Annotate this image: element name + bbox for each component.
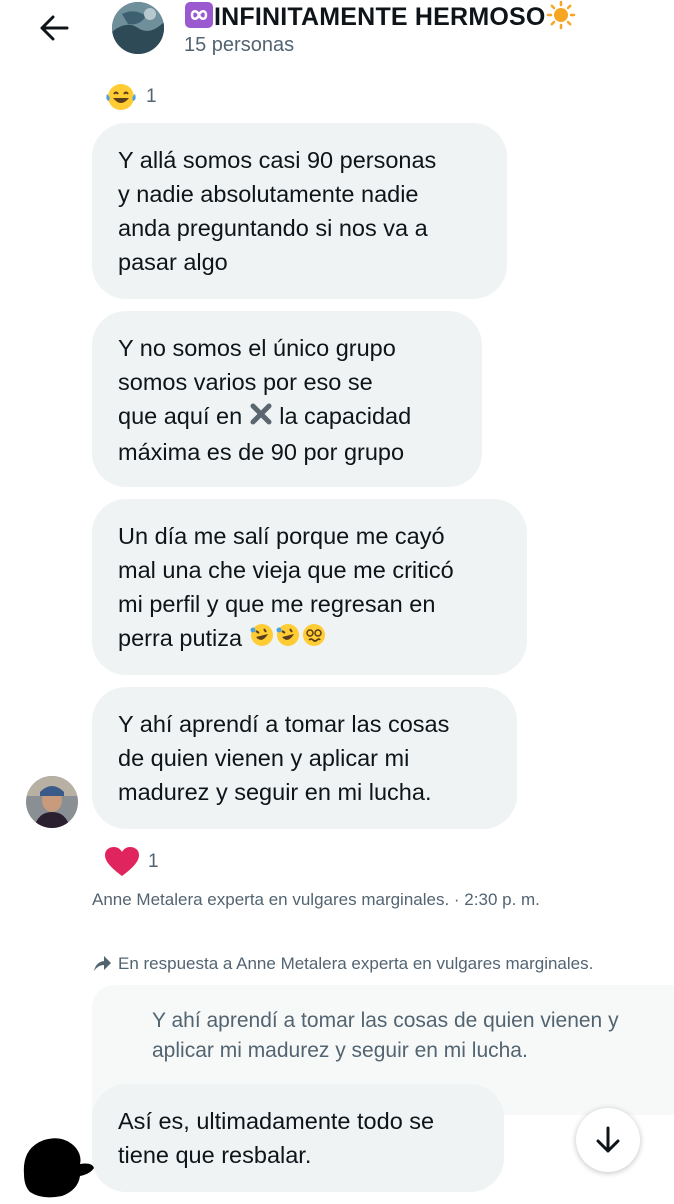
message-text: que aquí en: [118, 403, 243, 429]
message-line: madurez y seguir en mi lucha.: [118, 779, 432, 805]
message-line-with-emoji: que aquí en la capacidad: [118, 399, 456, 435]
message-line: tiene que resbalar.: [118, 1142, 312, 1168]
message-line: Y ahí aprendí a tomar las cosas: [118, 711, 450, 737]
message-line: mi perfil y que me regresan en: [118, 591, 436, 617]
reply-context: En respuesta a Anne Metalera experta en …: [92, 954, 593, 974]
cross-mark-icon: [249, 401, 273, 435]
message-line: anda preguntando si nos va a: [118, 215, 428, 241]
reaction-heart[interactable]: 1: [104, 846, 159, 878]
message-line: somos varios por eso se: [118, 369, 373, 395]
message-line: Un día me salí porque me cayó: [118, 523, 445, 549]
sender-meta: Anne Metalera experta en vulgares margin…: [92, 890, 540, 909]
back-button[interactable]: [30, 10, 78, 46]
message-bubble[interactable]: Un día me salí porque me cayó mal una ch…: [92, 499, 527, 675]
redacted-avatar-shape: [23, 1138, 94, 1198]
quoted-message: Y ahí aprendí a tomar las cosas de quien…: [152, 1006, 619, 1066]
reaction-count: 1: [146, 86, 157, 107]
message-bubble[interactable]: Y no somos el único grupo somos varios p…: [92, 311, 482, 487]
message-bubble[interactable]: Así es, ultimadamente todo se tiene que …: [92, 1084, 504, 1192]
message-line: de quien vienen y aplicar mi: [118, 745, 410, 771]
arrow-left-icon: [40, 15, 69, 41]
message-line: máxima es de 90 por grupo: [118, 438, 405, 465]
message-text: perra putiza: [118, 625, 243, 651]
woozy-face-icon: [301, 622, 327, 657]
message-bubble[interactable]: Y ahí aprendí a tomar las cosas de quien…: [92, 687, 517, 829]
quoted-line: aplicar mi madurez y seguir en mi lucha.: [152, 1039, 528, 1062]
scroll-to-bottom-button[interactable]: [576, 1108, 640, 1172]
reaction-count: 1: [148, 851, 159, 872]
message-line: Y no somos el único grupo: [118, 335, 396, 361]
message-line-with-emoji: perra putiza: [118, 621, 501, 657]
quoted-line: Y ahí aprendí a tomar las cosas de quien…: [152, 1009, 619, 1032]
rolling-laughing-icon: [275, 622, 301, 657]
message-bubble[interactable]: Y allá somos casi 90 personas y nadie ab…: [92, 123, 507, 299]
rolling-laughing-icon: [249, 622, 275, 657]
reply-arrow-icon: [94, 956, 111, 971]
sun-icon: [546, 0, 576, 37]
sender-avatar-image: [26, 776, 78, 828]
arrow-down-icon: [596, 1126, 620, 1153]
group-avatar[interactable]: [112, 2, 164, 54]
sender-avatar-redacted[interactable]: [18, 1134, 98, 1199]
message-line: Y allá somos casi 90 personas: [118, 147, 437, 173]
laughing-tears-emoji-icon: [106, 84, 136, 110]
message-line: mal una che vieja que me criticó: [118, 557, 454, 583]
group-title[interactable]: INFINITAMENTE HERMOSO: [184, 0, 576, 37]
message-line: y nadie absolutamente nadie: [118, 181, 419, 207]
sender-avatar[interactable]: [26, 776, 78, 828]
message-line: Así es, ultimadamente todo se: [118, 1108, 435, 1134]
reply-context-text: En respuesta a Anne Metalera experta en …: [118, 954, 594, 973]
message-text: la capacidad: [279, 403, 412, 429]
reaction-laughing[interactable]: 1: [104, 82, 157, 112]
member-count: 15 personas: [184, 34, 295, 56]
message-line: pasar algo: [118, 249, 228, 275]
group-avatar-image: [112, 2, 164, 54]
red-heart-icon: [105, 847, 139, 876]
infinity-icon: [184, 1, 214, 36]
group-title-text: INFINITAMENTE HERMOSO: [214, 3, 546, 32]
